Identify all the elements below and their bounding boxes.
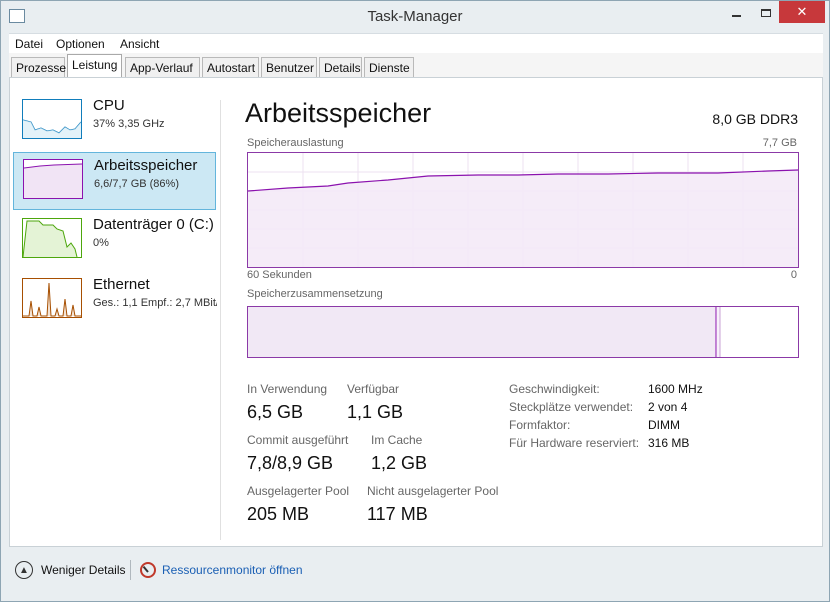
paged-pool-label: Ausgelagerter Pool: [247, 484, 350, 498]
hardware-reserved-label: Für Hardware reserviert:: [509, 436, 640, 450]
title-bar: Task-Manager ✕: [1, 1, 829, 33]
committed-value: 7,8/8,9 GB: [247, 453, 334, 473]
sidebar-item-label: Arbeitsspeicher: [94, 157, 198, 174]
performance-panel: CPU 37% 3,35 GHz Arbeitsspeicher 6,6/7,7…: [9, 77, 823, 547]
resource-monitor-label: Ressourcenmonitor öffnen: [162, 563, 303, 577]
memory-usage-graph: [247, 152, 799, 268]
memory-composition-bar: [247, 306, 799, 358]
graph-time-right: 0: [790, 269, 797, 281]
sidebar-item-label: Ethernet: [93, 276, 150, 293]
hardware-reserved-value: 316 MB: [648, 436, 690, 450]
sidebar-divider[interactable]: [220, 100, 221, 540]
sidebar-item-label: CPU: [93, 97, 125, 114]
menu-bar: Datei Optionen Ansicht: [9, 33, 823, 53]
minimize-button[interactable]: [723, 1, 749, 23]
tab-dienste[interactable]: Dienste: [364, 57, 414, 77]
maximize-button[interactable]: [753, 1, 779, 23]
sidebar-item-disk[interactable]: Datenträger 0 (C:) 0%: [13, 212, 216, 270]
menu-datei[interactable]: Datei: [15, 37, 43, 51]
fewer-details-button[interactable]: ▲ Weniger Details: [15, 560, 125, 580]
usage-graph-max: 7,7 GB: [762, 137, 797, 149]
tab-benutzer[interactable]: Benutzer: [261, 57, 317, 77]
resource-monitor-icon: [140, 562, 156, 578]
slots-value: 2 von 4: [648, 400, 688, 414]
available-label: Verfügbar: [347, 382, 400, 396]
task-manager-window: Task-Manager ✕ Datei Optionen Ansicht Pr…: [0, 0, 830, 602]
ethernet-thumbnail-graph: [22, 278, 82, 318]
in-use-label: In Verwendung: [247, 382, 328, 396]
cpu-thumbnail-graph: [22, 99, 82, 139]
sidebar-item-value: Ges.: 1,1 Empf.: 2,7 MBit/s: [93, 297, 217, 309]
cached-label: Im Cache: [371, 433, 423, 447]
sidebar-item-label: Datenträger 0 (C:): [93, 216, 214, 233]
chevron-up-icon: ▲: [15, 561, 33, 579]
close-button[interactable]: ✕: [779, 1, 825, 23]
disk-thumbnail-graph: [22, 218, 82, 258]
sidebar-item-value: 0%: [93, 237, 109, 249]
speed-value: 1600 MHz: [648, 382, 703, 396]
speed-label: Geschwindigkeit:: [509, 382, 600, 396]
menu-optionen[interactable]: Optionen: [56, 37, 105, 51]
menu-ansicht[interactable]: Ansicht: [120, 37, 159, 51]
memory-spec: 8,0 GB DDR3: [712, 111, 798, 127]
graph-time-left: 60 Sekunden: [247, 269, 312, 281]
footer-separator: [130, 560, 131, 580]
form-factor-label: Formfaktor:: [509, 418, 571, 432]
in-use-value: 6,5 GB: [247, 402, 304, 422]
memory-thumbnail-graph: [23, 159, 83, 199]
tab-bar: Prozesse Leistung App-Verlauf Autostart …: [9, 53, 823, 78]
fewer-details-label: Weniger Details: [41, 563, 126, 577]
sidebar-item-memory[interactable]: Arbeitsspeicher 6,6/7,7 GB (86%): [13, 152, 216, 210]
page-title: Arbeitsspeicher: [245, 98, 432, 128]
sidebar-item-value: 37% 3,35 GHz: [93, 118, 165, 130]
paged-pool-value: 205 MB: [247, 504, 310, 524]
footer-bar: ▲ Weniger Details Ressourcenmonitor öffn…: [9, 547, 823, 595]
nonpaged-pool-value: 117 MB: [367, 504, 428, 524]
nonpaged-pool-label: Nicht ausgelagerter Pool: [367, 484, 499, 498]
tab-leistung[interactable]: Leistung: [67, 54, 122, 78]
tab-autostart[interactable]: Autostart: [202, 57, 259, 77]
committed-label: Commit ausgeführt: [247, 433, 349, 447]
window-title: Task-Manager: [367, 8, 463, 25]
tab-details[interactable]: Details: [319, 57, 362, 77]
resource-monitor-link[interactable]: Ressourcenmonitor öffnen: [140, 560, 303, 580]
usage-graph-label: Speicherauslastung: [247, 137, 344, 149]
sidebar-item-cpu[interactable]: CPU 37% 3,35 GHz: [13, 93, 216, 151]
tab-app-verlauf[interactable]: App-Verlauf: [125, 57, 200, 77]
cached-value: 1,2 GB: [371, 453, 428, 473]
sidebar-item-value: 6,6/7,7 GB (86%): [94, 178, 179, 190]
composition-label: Speicherzusammensetzung: [247, 288, 383, 300]
tab-prozesse[interactable]: Prozesse: [11, 57, 66, 77]
available-value: 1,1 GB: [347, 402, 404, 422]
sidebar-item-ethernet[interactable]: Ethernet Ges.: 1,1 Empf.: 2,7 MBit/s: [13, 272, 217, 330]
slots-label: Steckplätze verwendet:: [509, 400, 634, 414]
form-factor-value: DIMM: [648, 418, 680, 432]
